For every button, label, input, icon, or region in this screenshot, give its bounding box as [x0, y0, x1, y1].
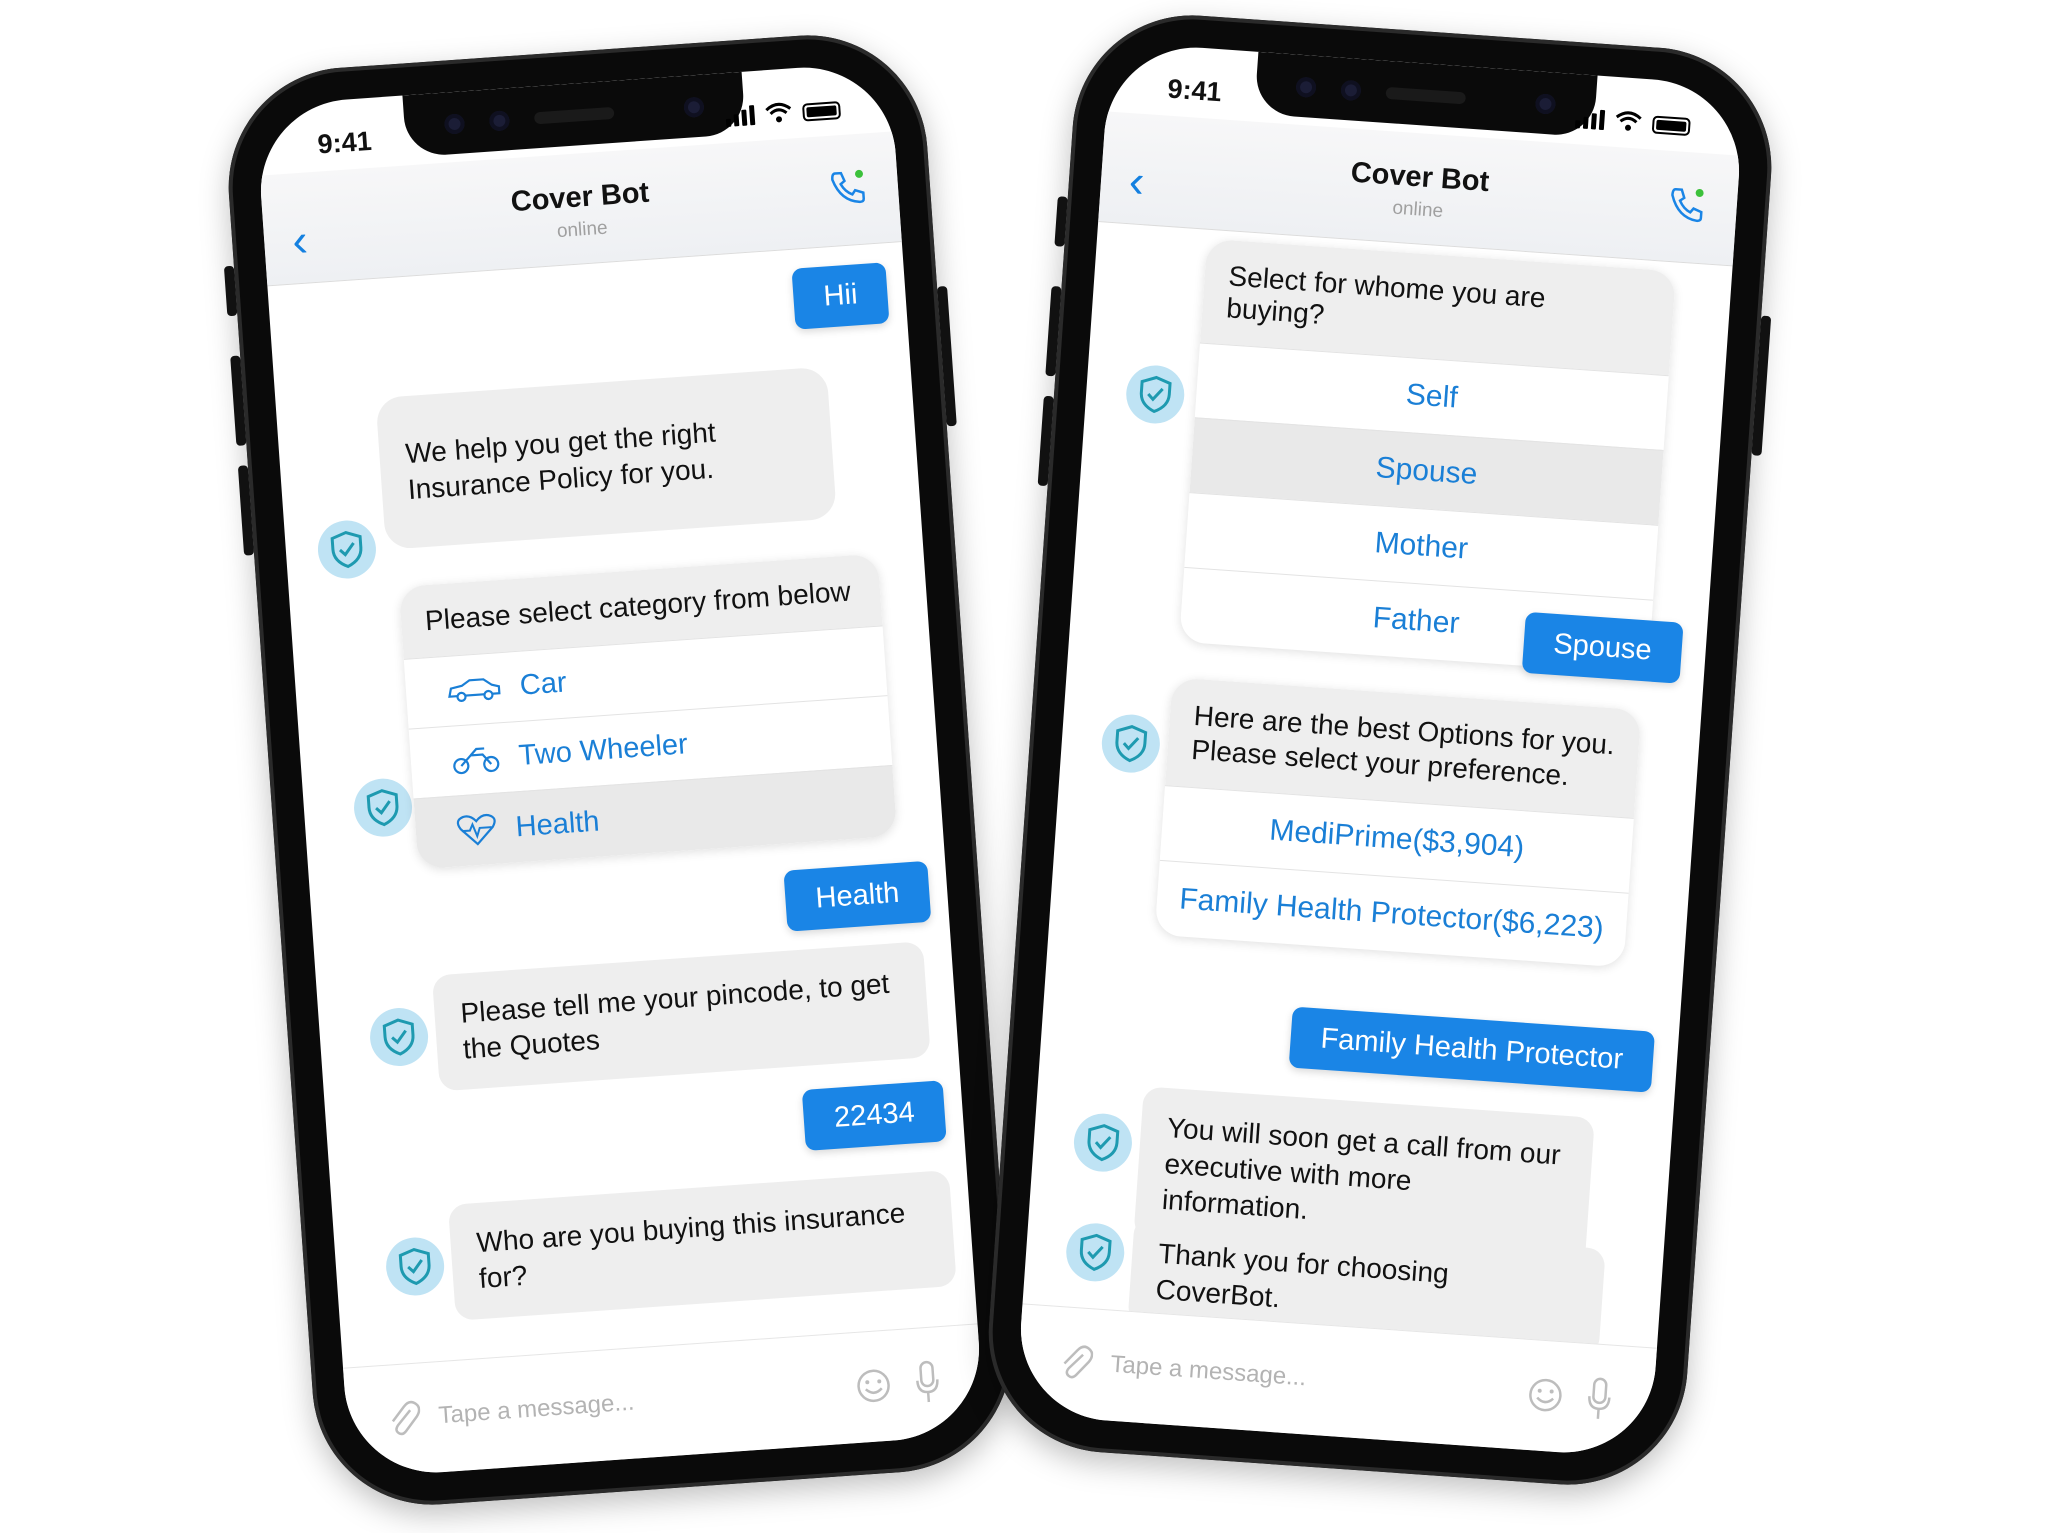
message-input[interactable]: Tape a message...: [438, 1389, 636, 1431]
user-message: Health: [783, 860, 932, 932]
emoji-icon[interactable]: [1526, 1376, 1564, 1414]
bot-message: We help you get the right Insurance Poli…: [375, 366, 837, 550]
bot-avatar: [1124, 363, 1187, 426]
shield-check-icon: [382, 1018, 415, 1056]
microphone-icon[interactable]: [1586, 1376, 1613, 1422]
bot-avatar: [1071, 1111, 1134, 1174]
bot-avatar: [384, 1235, 447, 1298]
bot-message: Please tell me your pincode, to get the …: [431, 941, 931, 1092]
category-card: Please select category from below Car Tw…: [398, 553, 898, 870]
power-button: [937, 286, 957, 427]
category-label: Health: [514, 805, 601, 843]
car-icon: [448, 677, 501, 702]
status-time: 9:41: [1166, 73, 1223, 108]
battery-icon: [801, 101, 842, 122]
screen-left: 9:41 ‹ Cover Bot online Hii We help you …: [254, 61, 986, 1479]
phone-left: 9:41 ‹ Cover Bot online Hii We help you …: [220, 27, 1020, 1513]
user-message: 22434: [802, 1080, 947, 1151]
battery-icon: [1651, 115, 1691, 137]
volume-up-button: [230, 355, 247, 446]
volume-down-button: [1037, 395, 1054, 487]
status-time: 9:41: [316, 125, 373, 160]
status-icons: [725, 97, 842, 128]
category-label: Car: [518, 666, 568, 702]
motorcycle-icon: [453, 746, 500, 774]
heart-pulse-icon: [456, 813, 496, 846]
call-icon[interactable]: [1665, 183, 1708, 226]
chat-area: Hii We help you get the right Insurance …: [267, 241, 977, 1369]
volume-down-button: [237, 465, 255, 556]
bot-avatar: [368, 1006, 431, 1069]
wifi-icon: [1615, 111, 1642, 131]
shield-check-icon: [1079, 1233, 1112, 1271]
paperclip-icon[interactable]: [1057, 1341, 1094, 1383]
user-message: Family Health Protector: [1288, 1006, 1656, 1093]
bot-message: Who are you buying this insurance for?: [447, 1170, 957, 1321]
status-icons: [1574, 106, 1691, 137]
chat-area: Select for whome you are buying? Self Sp…: [1022, 221, 1732, 1357]
user-message: Spouse: [1521, 611, 1684, 684]
user-message: Hii: [791, 262, 890, 330]
shield-check-icon: [1087, 1124, 1120, 1162]
bot-avatar: [316, 518, 378, 581]
message-input[interactable]: Tape a message...: [1109, 1351, 1308, 1393]
bot-avatar: [1099, 712, 1162, 775]
whom-card: Select for whome you are buying? Self Sp…: [1179, 238, 1677, 675]
mute-switch: [1054, 196, 1068, 247]
shield-check-icon: [1139, 375, 1172, 414]
shield-check-icon: [330, 530, 363, 569]
bot-avatar: [1064, 1221, 1127, 1284]
shield-check-icon: [366, 789, 399, 827]
signal-icon: [1574, 106, 1606, 131]
call-icon[interactable]: [827, 165, 870, 208]
shield-check-icon: [398, 1247, 431, 1286]
mute-switch: [223, 265, 238, 317]
shield-check-icon: [1115, 725, 1148, 763]
paperclip-icon[interactable]: [385, 1398, 422, 1440]
volume-up-button: [1045, 285, 1062, 377]
plans-card: Here are the best Options for you. Pleas…: [1154, 677, 1642, 968]
signal-icon: [725, 103, 756, 128]
microphone-icon[interactable]: [914, 1359, 941, 1405]
screen-right: 9:41 ‹ Cover Bot online Select for whome…: [1014, 41, 1746, 1459]
category-label: Two Wheeler: [517, 728, 689, 772]
wifi-icon: [765, 102, 792, 123]
phone-right: 9:41 ‹ Cover Bot online Select for whome…: [980, 7, 1780, 1493]
emoji-icon[interactable]: [854, 1367, 892, 1405]
bot-avatar: [352, 776, 414, 839]
power-button: [1751, 315, 1772, 456]
